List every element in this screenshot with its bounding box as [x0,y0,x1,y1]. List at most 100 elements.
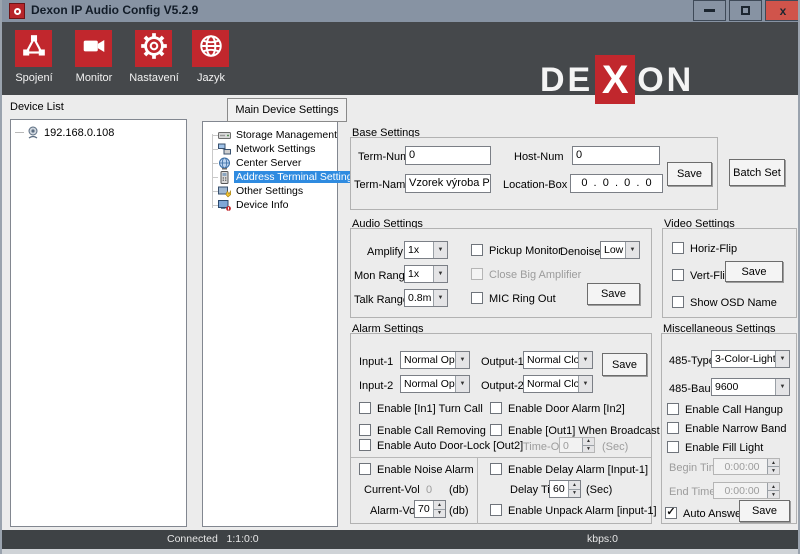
chevron-down-icon[interactable]: ▼ [433,266,447,282]
enable-noise-alarm-checkbox[interactable] [359,463,371,475]
chevron-down-icon[interactable]: ▼ [433,290,447,306]
chevron-down-icon[interactable]: ▼ [455,352,469,368]
talk-range-dropdown[interactable]: 0.8m▼ [404,289,448,307]
spinner-down-icon: ▼ [768,467,779,474]
tree-item-storage-management[interactable]: Storage Management [203,128,337,142]
video-save-button[interactable]: Save [725,261,783,282]
enable-fill-light-label: Enable Fill Light [685,442,763,454]
enable-unpack-alarm-checkbox[interactable] [490,504,502,516]
enable-delay-alarm-checkbox[interactable] [490,463,502,475]
location-box-ip-label: Location-Box IP [503,179,581,191]
spinner-down-icon[interactable]: ▼ [434,510,445,518]
output2-dropdown[interactable]: Normal Close▼ [523,375,593,393]
spinner-down-icon[interactable]: ▼ [569,490,580,498]
device-info-icon [218,199,231,212]
spinner-up-icon[interactable]: ▲ [569,481,580,490]
tree-item-network-settings[interactable]: Network Settings [203,142,337,156]
output1-dropdown[interactable]: Normal Close▼ [523,351,593,369]
horiz-flip-label: Horiz-Flip [690,243,737,255]
enable-call-hangup-checkbox[interactable] [667,403,679,415]
language-button-label: Jazyk [176,72,246,84]
mic-ring-out-label: MIC Ring Out [489,293,556,305]
device-ip: 192.168.0.108 [44,127,114,139]
485-baud-dropdown[interactable]: 9600▼ [711,378,790,396]
enable-door-alarm-checkbox[interactable] [490,402,502,414]
amplify-dropdown[interactable]: 1x▼ [404,241,448,259]
tab-main-device-settings[interactable]: Main Device Settings [227,98,347,122]
end-time-label: End Time [669,486,715,498]
chevron-down-icon[interactable]: ▼ [578,352,592,368]
base-save-button[interactable]: Save [667,162,712,186]
enable-call-removing-checkbox[interactable] [359,424,371,436]
device-list[interactable]: 192.168.0.108 [10,119,187,527]
minimize-button[interactable] [693,0,726,21]
settings-button[interactable] [135,30,172,67]
input2-dropdown[interactable]: Normal Open▼ [400,375,470,393]
audio-save-button[interactable]: Save [587,283,640,305]
misc-save-button[interactable]: Save [739,500,790,522]
chevron-down-icon[interactable]: ▼ [775,379,789,395]
enable-narrow-band-checkbox[interactable] [667,422,679,434]
globe-icon [198,33,224,64]
current-vol-unit: (db) [449,484,469,496]
mon-range-dropdown[interactable]: 1x▼ [404,265,448,283]
dexon-logo: DE X ON [540,55,694,104]
connection-status: Connected 1:1:0:0 [167,533,259,545]
mic-ring-out-checkbox[interactable] [471,292,483,304]
language-button[interactable] [192,30,229,67]
tree-item-center-server[interactable]: Center Server [203,156,337,170]
term-name-field[interactable]: Vzorek výroba PoE + a [405,174,491,193]
logo-x-mark: X [595,55,635,104]
monitor-button[interactable] [75,30,112,67]
network-icon [21,33,47,64]
app-icon [9,3,25,19]
auto-answer-label: Auto Answer [683,508,745,520]
enable-out1-broadcast-checkbox[interactable] [490,424,502,436]
chevron-down-icon[interactable]: ▼ [433,242,447,258]
show-osd-name-checkbox[interactable] [672,296,684,308]
device-list-item[interactable]: 192.168.0.108 [11,120,186,139]
enable-call-removing-label: Enable Call Removing [377,425,486,437]
chevron-down-icon[interactable]: ▼ [455,376,469,392]
close-big-amplifier-label: Close Big Amplifier [489,269,581,281]
alarm-save-button[interactable]: Save [602,353,647,376]
enable-fill-light-checkbox[interactable] [667,441,679,453]
chevron-down-icon[interactable]: ▼ [578,376,592,392]
alarm-vol-spinner[interactable]: 70 ▲▼ [414,500,446,518]
auto-answer-checkbox[interactable]: ✓ [665,507,677,519]
batch-set-button[interactable]: Batch Set [729,159,785,186]
term-num-field[interactable]: 0 [405,146,491,165]
tree-item-address-terminal-settings[interactable]: Address Terminal Settings [203,170,337,184]
connect-button[interactable] [15,30,52,67]
pickup-monitor-checkbox[interactable] [471,244,483,256]
tree-item-other-settings[interactable]: Other Settings [203,184,337,198]
settings-tree: Storage Management Network Settings [202,121,338,527]
485-type-dropdown[interactable]: 3-Color-Light▼ [711,350,790,368]
spinner-up-icon[interactable]: ▲ [434,501,445,510]
vert-flip-checkbox[interactable] [672,269,684,281]
location-box-ip-field[interactable]: 0 . 0 . 0 . 0 [570,174,663,193]
pickup-monitor-label: Pickup Monitor [489,245,562,257]
denoise-dropdown[interactable]: Low▼ [600,241,640,259]
delay-time-spinner[interactable]: 60 ▲▼ [549,480,581,498]
485-type-label: 485-Type [669,355,715,367]
chevron-down-icon[interactable]: ▼ [625,242,639,258]
input1-label: Input-1 [359,356,393,368]
camera-icon [81,33,107,64]
window-title: Dexon IP Audio Config V5.2.9 [31,3,198,17]
logo-text-de: DE [540,63,593,97]
enable-door-alarm-label: Enable Door Alarm [In2] [508,403,625,415]
enable-auto-doorlock-checkbox[interactable] [359,439,371,451]
output2-label: Output-2 [481,380,524,392]
enable-in1-turn-call-checkbox[interactable] [359,402,371,414]
host-num-field[interactable]: 0 [572,146,660,165]
horiz-flip-checkbox[interactable] [672,242,684,254]
title-bar: Dexon IP Audio Config V5.2.9 x [2,0,798,22]
tree-item-device-info[interactable]: Device Info [203,198,337,212]
chevron-down-icon[interactable]: ▼ [775,351,789,367]
enable-delay-alarm-label: Enable Delay Alarm [Input-1] [508,464,648,476]
close-button[interactable]: x [765,0,800,21]
input1-dropdown[interactable]: Normal Open▼ [400,351,470,369]
maximize-button[interactable] [729,0,762,21]
spinner-up-icon: ▲ [768,483,779,491]
